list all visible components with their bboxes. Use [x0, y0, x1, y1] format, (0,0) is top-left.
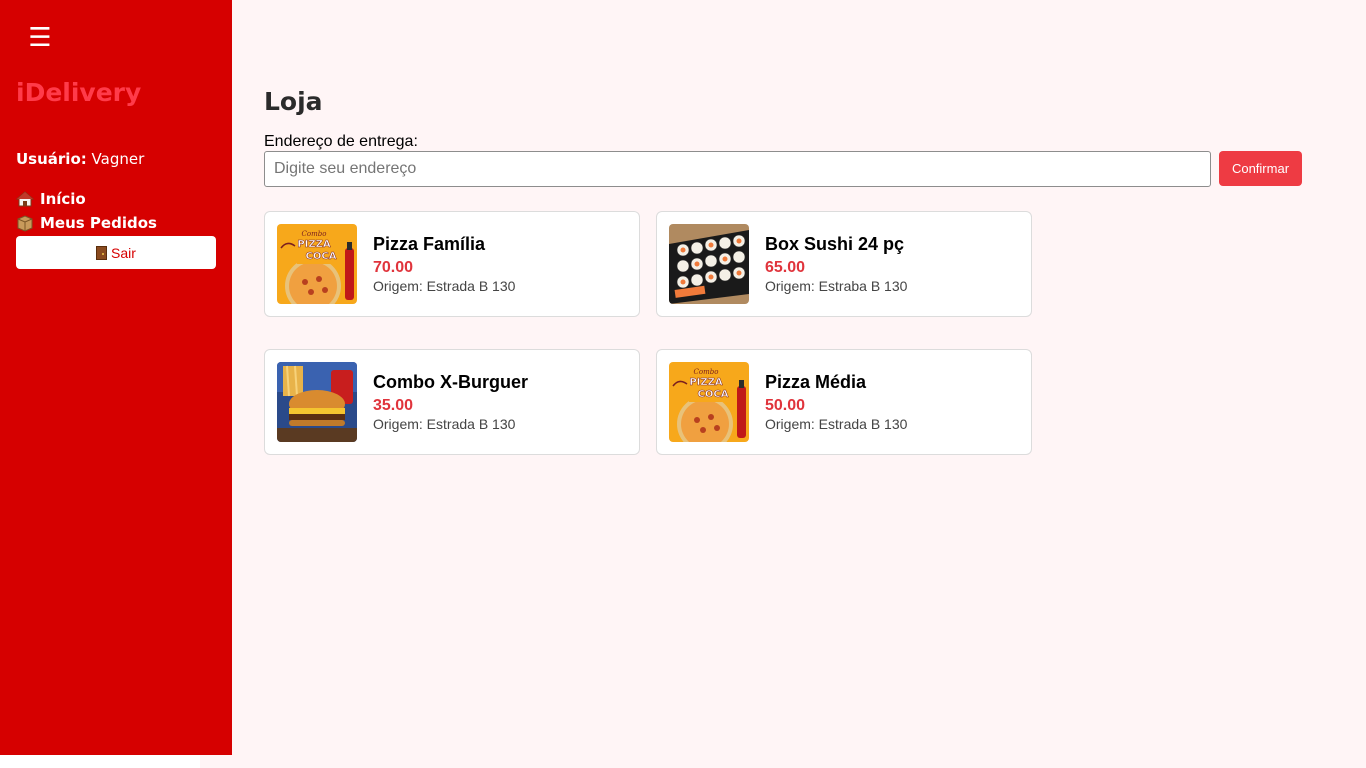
bottom-strip	[0, 755, 200, 768]
confirm-button[interactable]: Confirmar	[1219, 151, 1302, 186]
sidebar-item-label: Início	[40, 190, 86, 208]
product-card[interactable]: Combo X-Burguer 35.00 Origem: Estrada B …	[264, 349, 640, 455]
product-card[interactable]: Box Sushi 24 pç 65.00 Origem: Estraba B …	[656, 211, 1032, 317]
product-card[interactable]: Combo PIZZA COCA Pizza Família 70.00 Ori…	[264, 211, 640, 317]
product-price: 70.00	[373, 259, 414, 276]
product-origin: Origem: Estrada B 130	[373, 278, 516, 294]
product-origin: Origem: Estraba B 130	[765, 278, 908, 294]
burger-combo-image	[277, 362, 357, 442]
logout-button[interactable]: Sair	[16, 236, 216, 269]
pizza-coca-image: Combo PIZZA COCA	[669, 362, 749, 442]
sidebar: ☰ iDelivery Usuário: Vagner Início Meus …	[0, 0, 232, 755]
house-icon	[15, 190, 35, 208]
user-label: Usuário:	[16, 150, 87, 168]
svg-text:PIZZA: PIZZA	[297, 239, 331, 250]
product-price: 50.00	[765, 397, 806, 414]
logout-label: Sair	[111, 244, 136, 261]
pizza-coca-image: Combo PIZZA COCA	[277, 224, 357, 304]
user-info: Usuário: Vagner	[16, 150, 144, 168]
brand-logo: iDelivery	[16, 78, 142, 107]
address-input[interactable]	[264, 151, 1211, 187]
svg-text:Combo: Combo	[694, 368, 719, 376]
page-title: Loja	[264, 87, 323, 116]
svg-text:COCA: COCA	[306, 251, 337, 262]
product-origin: Origem: Estrada B 130	[373, 416, 516, 432]
package-icon	[16, 214, 34, 232]
sidebar-item-label: Meus Pedidos	[40, 214, 157, 232]
product-price: 35.00	[373, 397, 414, 414]
hamburger-menu-icon[interactable]: ☰	[28, 24, 52, 52]
svg-text:PIZZA: PIZZA	[689, 377, 723, 388]
product-name: Box Sushi 24 pç	[765, 234, 905, 254]
svg-text:COCA: COCA	[698, 389, 729, 400]
sidebar-item-inicio[interactable]: Início	[15, 190, 86, 208]
product-card[interactable]: Combo PIZZA COCA Pizza Média 50.00 Orige…	[656, 349, 1032, 455]
sushi-box-image	[669, 224, 749, 304]
door-icon	[96, 245, 108, 260]
sidebar-item-meus-pedidos[interactable]: Meus Pedidos	[16, 214, 157, 232]
product-name: Pizza Família	[373, 234, 486, 254]
user-name: Vagner	[91, 150, 145, 168]
svg-text:Combo: Combo	[302, 230, 327, 238]
product-name: Pizza Média	[765, 372, 867, 392]
product-origin: Origem: Estrada B 130	[765, 416, 908, 432]
product-price: 65.00	[765, 259, 806, 276]
address-label: Endereço de entrega:	[264, 133, 418, 150]
product-name: Combo X-Burguer	[373, 372, 528, 392]
